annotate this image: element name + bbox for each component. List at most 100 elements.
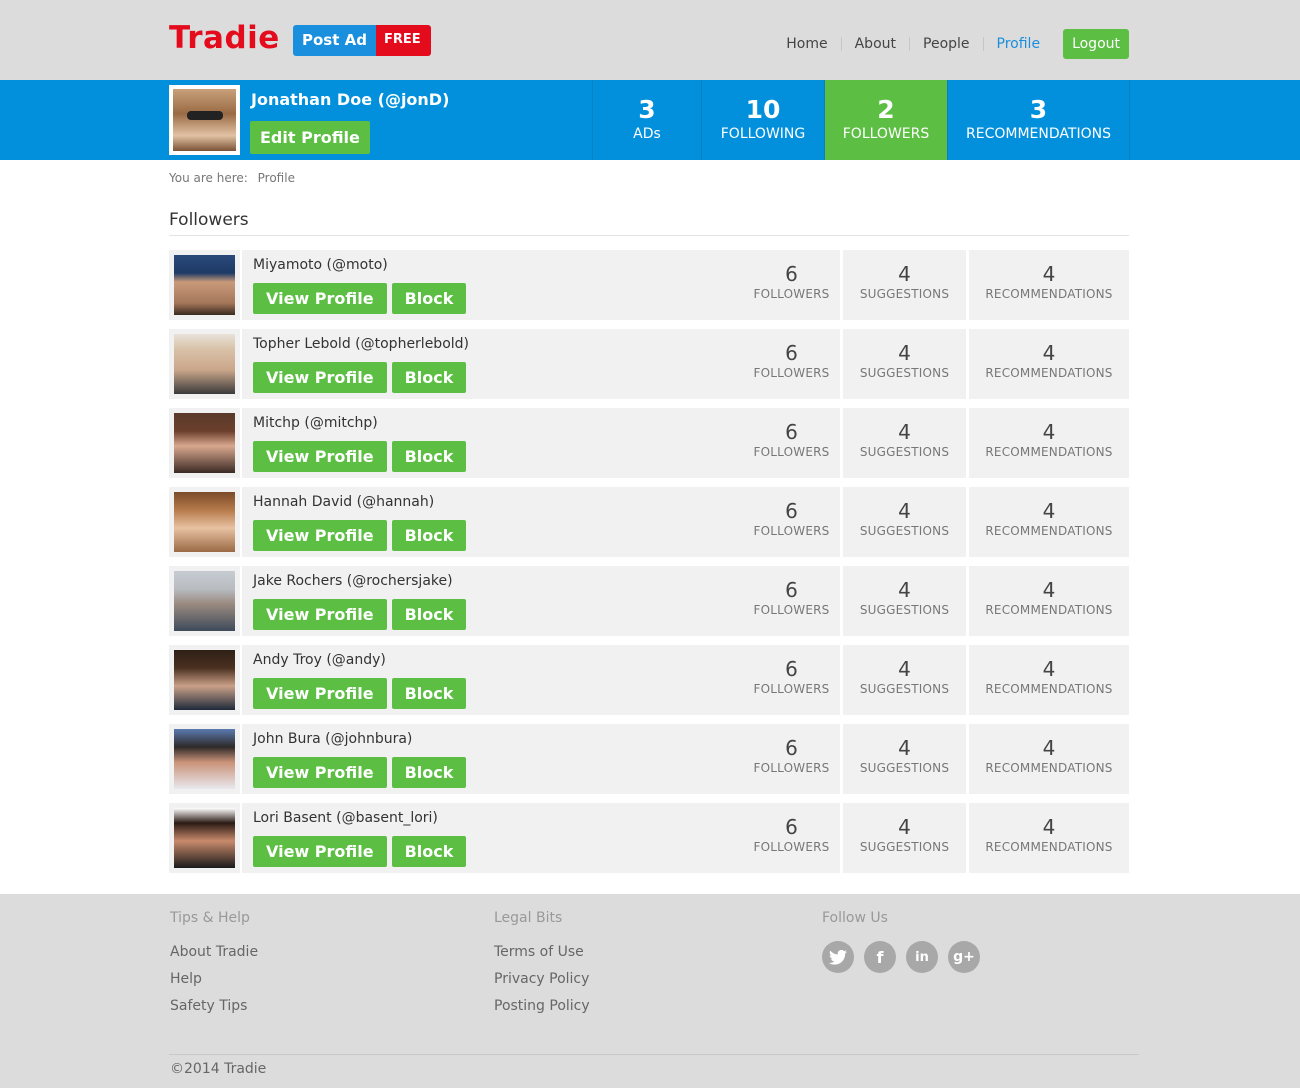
follower-name[interactable]: Topher Lebold (@topherlebold) (253, 336, 469, 352)
view-profile-button[interactable]: View Profile (253, 283, 387, 314)
follower-followers-stat: 6 FOLLOWERS (743, 724, 840, 794)
follower-suggestions-label: SUGGESTIONS (859, 366, 950, 380)
follower-stats: 6 FOLLOWERS 4 SUGGESTIONS 4 RECOMMENDATI… (743, 803, 1129, 873)
profile-name: Jonathan Doe (@jonD) (251, 90, 450, 109)
follower-avatar[interactable] (169, 645, 240, 715)
follower-info: Lori Basent (@basent_lori) View Profile … (242, 803, 1129, 873)
logo[interactable]: Tradie (169, 20, 280, 56)
block-button[interactable]: Block (391, 362, 467, 393)
follower-suggestions-label: SUGGESTIONS (859, 682, 950, 696)
follower-stats: 6 FOLLOWERS 4 SUGGESTIONS 4 RECOMMENDATI… (743, 250, 1129, 320)
view-profile-button[interactable]: View Profile (253, 757, 387, 788)
follower-followers-stat: 6 FOLLOWERS (743, 408, 840, 478)
follower-actions: View Profile Block (253, 362, 471, 393)
view-profile-button[interactable]: View Profile (253, 678, 387, 709)
view-profile-button[interactable]: View Profile (253, 836, 387, 867)
follower-avatar[interactable] (169, 487, 240, 557)
follower-followers-value: 6 (785, 420, 798, 444)
follower-avatar[interactable] (169, 329, 240, 399)
logout-button[interactable]: Logout (1063, 29, 1129, 59)
follower-followers-stat: 6 FOLLOWERS (743, 487, 840, 557)
follower-actions: View Profile Block (253, 757, 471, 788)
block-button[interactable]: Block (391, 599, 467, 630)
followers-list: Miyamoto (@moto) View Profile Block 6 FO… (169, 250, 1129, 873)
free-badge: FREE (375, 25, 431, 56)
profile-avatar (169, 85, 240, 155)
follower-followers-value: 6 (785, 262, 798, 286)
edit-profile-button[interactable]: Edit Profile (250, 121, 370, 154)
follower-avatar[interactable] (169, 250, 240, 320)
block-button[interactable]: Block (391, 441, 467, 472)
follower-row: Miyamoto (@moto) View Profile Block 6 FO… (169, 250, 1129, 320)
footer-link-about[interactable]: About Tradie (170, 944, 258, 960)
follower-name[interactable]: Lori Basent (@basent_lori) (253, 810, 438, 826)
follower-followers-value: 6 (785, 341, 798, 365)
follower-followers-value: 6 (785, 815, 798, 839)
post-ad-button[interactable]: Post Ad FREE (293, 25, 431, 56)
block-button[interactable]: Block (391, 836, 467, 867)
follower-suggestions-stat: 4 SUGGESTIONS (840, 724, 966, 794)
view-profile-button[interactable]: View Profile (253, 362, 387, 393)
footer-legal-heading: Legal Bits (494, 910, 563, 926)
follower-info: Mitchp (@mitchp) View Profile Block 6 FO… (242, 408, 1129, 478)
stat-ads[interactable]: 3 ADs (592, 80, 701, 160)
stat-ads-label: ADs (633, 126, 661, 142)
follower-suggestions-value: 4 (898, 736, 911, 760)
follower-recommendations-value: 4 (1042, 499, 1056, 523)
footer-link-terms[interactable]: Terms of Use (494, 944, 590, 960)
follower-recommendations-value: 4 (1042, 420, 1056, 444)
linkedin-icon[interactable]: in (906, 941, 938, 973)
stat-following-label: FOLLOWING (720, 126, 806, 142)
stat-following[interactable]: 10 FOLLOWING (701, 80, 824, 160)
follower-suggestions-value: 4 (898, 420, 911, 444)
facebook-icon[interactable]: f (864, 941, 896, 973)
block-button[interactable]: Block (391, 757, 467, 788)
footer-link-posting[interactable]: Posting Policy (494, 998, 590, 1014)
stat-followers[interactable]: 2 FOLLOWERS (824, 80, 947, 160)
footer: Tips & Help About Tradie Help Safety Tip… (0, 894, 1300, 1088)
follower-name[interactable]: Jake Rochers (@rochersjake) (253, 573, 453, 589)
block-button[interactable]: Block (391, 520, 467, 551)
follower-avatar[interactable] (169, 724, 240, 794)
follower-avatar[interactable] (169, 408, 240, 478)
footer-divider (169, 1054, 1139, 1055)
nav-profile[interactable]: Profile (982, 37, 1054, 51)
follower-info: Hannah David (@hannah) View Profile Bloc… (242, 487, 1129, 557)
twitter-icon[interactable] (822, 941, 854, 973)
follower-actions: View Profile Block (253, 520, 471, 551)
follower-recommendations-value: 4 (1042, 262, 1056, 286)
nav-about[interactable]: About (840, 37, 909, 51)
follower-info: Miyamoto (@moto) View Profile Block 6 FO… (242, 250, 1129, 320)
follower-info: John Bura (@johnbura) View Profile Block… (242, 724, 1129, 794)
follower-name[interactable]: Andy Troy (@andy) (253, 652, 386, 668)
stat-following-value: 10 (745, 95, 781, 124)
nav-people[interactable]: People (909, 37, 983, 51)
follower-avatar[interactable] (169, 803, 240, 873)
view-profile-button[interactable]: View Profile (253, 441, 387, 472)
block-button[interactable]: Block (391, 283, 467, 314)
block-button[interactable]: Block (391, 678, 467, 709)
follower-suggestions-label: SUGGESTIONS (859, 761, 950, 775)
follower-info: Topher Lebold (@topherlebold) View Profi… (242, 329, 1129, 399)
profile-stats: 3 ADs 10 FOLLOWING 2 FOLLOWERS 3 RECOMME… (592, 80, 1130, 160)
follower-recommendations-value: 4 (1042, 341, 1056, 365)
follower-avatar[interactable] (169, 566, 240, 636)
follower-row: Lori Basent (@basent_lori) View Profile … (169, 803, 1129, 873)
nav-home[interactable]: Home (773, 37, 840, 51)
breadcrumb-current[interactable]: Profile (258, 171, 295, 185)
follower-suggestions-stat: 4 SUGGESTIONS (840, 566, 966, 636)
follower-suggestions-stat: 4 SUGGESTIONS (840, 803, 966, 873)
footer-link-safety[interactable]: Safety Tips (170, 998, 258, 1014)
follower-suggestions-label: SUGGESTIONS (859, 603, 950, 617)
footer-link-privacy[interactable]: Privacy Policy (494, 971, 590, 987)
view-profile-button[interactable]: View Profile (253, 599, 387, 630)
follower-name[interactable]: Miyamoto (@moto) (253, 257, 388, 273)
follower-name[interactable]: John Bura (@johnbura) (253, 731, 412, 747)
follower-recommendations-label: RECOMMENDATIONS (985, 366, 1113, 380)
stat-recommendations[interactable]: 3 RECOMMENDATIONS (947, 80, 1130, 160)
google-plus-icon[interactable]: g+ (948, 941, 980, 973)
follower-name[interactable]: Hannah David (@hannah) (253, 494, 434, 510)
follower-name[interactable]: Mitchp (@mitchp) (253, 415, 378, 431)
view-profile-button[interactable]: View Profile (253, 520, 387, 551)
footer-link-help[interactable]: Help (170, 971, 258, 987)
